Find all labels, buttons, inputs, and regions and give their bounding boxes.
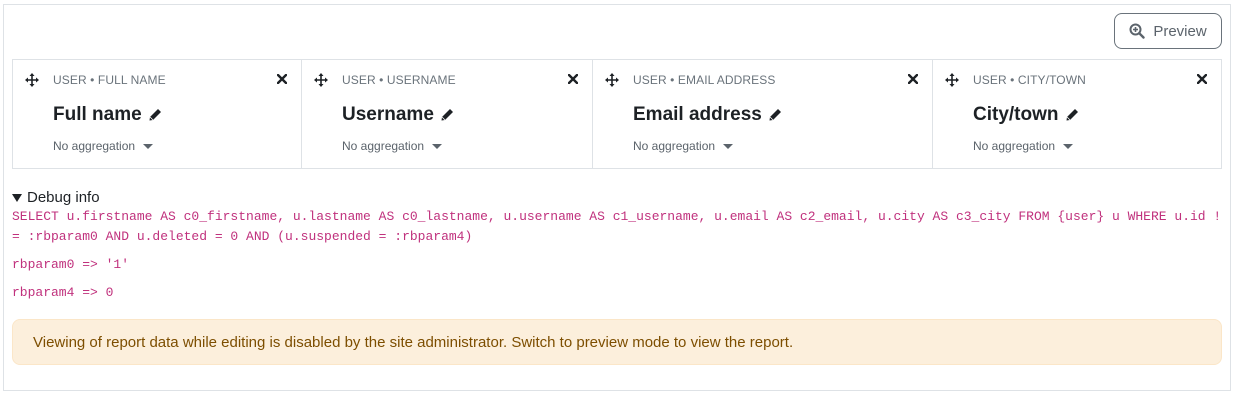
move-icon[interactable] — [314, 73, 328, 87]
move-icon[interactable] — [605, 73, 619, 87]
close-icon[interactable] — [1197, 74, 1207, 84]
aggregation-value: No aggregation — [53, 139, 136, 153]
column-header-email-address: USER • EMAIL ADDRESS Email address No ag… — [593, 60, 933, 168]
column-source: USER • FULL NAME — [53, 73, 166, 87]
magnifier-zoom-icon — [1129, 23, 1146, 39]
column-title-text: Username — [342, 104, 434, 125]
column-source: USER • EMAIL ADDRESS — [633, 73, 776, 87]
column-source: USER • CITY/TOWN — [973, 73, 1086, 87]
aggregation-dropdown[interactable]: No aggregation — [973, 139, 1074, 153]
editing-disabled-alert: Viewing of report data while editing is … — [12, 319, 1222, 365]
caret-down-icon — [432, 143, 443, 149]
column-title: Username — [342, 104, 454, 126]
debug-info-label: Debug info — [27, 189, 100, 206]
debug-param-4: rbparam4 => 0 — [12, 285, 114, 300]
column-title: City/town — [973, 104, 1079, 126]
report-columns: USER • FULL NAME Full name No aggregatio… — [12, 59, 1222, 169]
pencil-icon[interactable] — [768, 108, 782, 122]
pencil-icon[interactable] — [440, 108, 454, 122]
preview-button-label: Preview — [1153, 22, 1207, 40]
move-icon[interactable] — [25, 73, 39, 87]
caret-down-icon — [1063, 143, 1074, 149]
close-icon[interactable] — [277, 74, 287, 84]
column-title: Full name — [53, 104, 162, 126]
aggregation-value: No aggregation — [973, 139, 1056, 153]
aggregation-dropdown[interactable]: No aggregation — [342, 139, 443, 153]
column-header-full-name: USER • FULL NAME Full name No aggregatio… — [13, 60, 302, 168]
column-title-text: City/town — [973, 104, 1059, 125]
aggregation-dropdown[interactable]: No aggregation — [633, 139, 734, 153]
column-title-text: Full name — [53, 104, 142, 125]
aggregation-value: No aggregation — [342, 139, 425, 153]
debug-info-toggle[interactable]: Debug info — [12, 189, 100, 206]
alert-message: Viewing of report data while editing is … — [33, 333, 794, 351]
preview-button[interactable]: Preview — [1114, 13, 1222, 49]
aggregation-value: No aggregation — [633, 139, 716, 153]
close-icon[interactable] — [908, 74, 918, 84]
pencil-icon[interactable] — [1065, 108, 1079, 122]
column-header-city-town: USER • CITY/TOWN City/town No aggregatio… — [933, 60, 1221, 168]
column-title-text: Email address — [633, 104, 762, 125]
debug-sql: SELECT u.firstname AS c0_firstname, u.la… — [12, 209, 1222, 244]
debug-param-0: rbparam0 => '1' — [12, 257, 130, 272]
caret-down-icon — [143, 143, 154, 149]
pencil-icon[interactable] — [148, 108, 162, 122]
close-icon[interactable] — [568, 74, 578, 84]
column-header-username: USER • USERNAME Username No aggregation — [302, 60, 593, 168]
column-title: Email address — [633, 104, 782, 126]
column-source: USER • USERNAME — [342, 73, 456, 87]
aggregation-dropdown[interactable]: No aggregation — [53, 139, 154, 153]
move-icon[interactable] — [945, 73, 959, 87]
disclosure-triangle-icon — [12, 193, 22, 202]
caret-down-icon — [723, 143, 734, 149]
